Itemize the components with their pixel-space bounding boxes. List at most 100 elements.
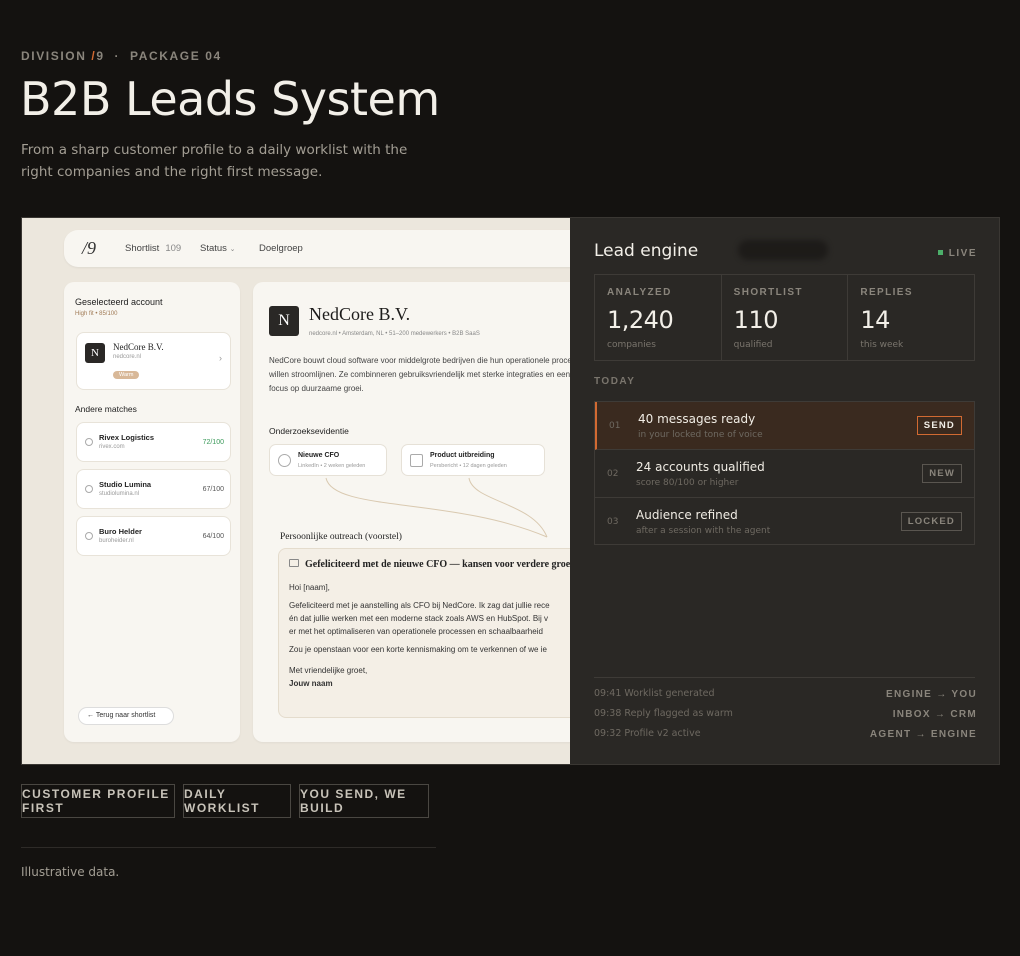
package-label: PACKAGE 04 <box>129 49 222 63</box>
radio-button[interactable] <box>85 485 93 493</box>
task-number: 02 <box>607 469 619 479</box>
nav-shortlist-count: 109 <box>165 243 182 254</box>
stat-label: SHORTLIST <box>733 287 803 298</box>
nav-status-label: Status <box>200 243 227 254</box>
live-label: LIVE <box>948 248 977 259</box>
fit-score: High fit • 85/100 <box>75 311 118 317</box>
sidebar-card: Geselecteerd account High fit • 85/100 N… <box>64 282 240 742</box>
log-text: Worklist generated <box>624 688 715 699</box>
stat-value: 1,240 <box>607 306 674 334</box>
match-item[interactable]: Studio Lumina studiolumina.nl 67/100 <box>76 469 231 509</box>
task-item[interactable]: 01 40 messages ready in your locked tone… <box>595 402 974 450</box>
radio-button[interactable] <box>85 438 93 446</box>
task-title: 40 messages ready <box>638 412 756 426</box>
feature-pill-customer-profile: CUSTOMER PROFILE FIRST <box>21 784 175 818</box>
match-score: 67/100 <box>202 486 224 493</box>
footnote: Illustrative data. <box>21 865 120 879</box>
divider <box>21 847 436 848</box>
eyebrow-dot: · <box>109 49 126 63</box>
email-line: Zou je openstaan voor een korte kennisma… <box>289 645 547 654</box>
company-logo: N <box>85 343 105 363</box>
match-name: Rivex Logistics <box>99 433 155 442</box>
email-closing: Met vriendelijke groet, <box>289 666 368 675</box>
chevron-right-icon: › <box>219 353 222 363</box>
email-body: Hoi [naam], Gefeliciteerd met je aanstel… <box>289 581 570 690</box>
task-number: 03 <box>607 517 619 527</box>
activity-log-item: 09:32 Profile v2 active <box>594 728 701 739</box>
match-domain: studiolumina.nl <box>99 491 140 497</box>
task-subtitle: in your locked tone of voice <box>638 430 763 440</box>
stat-label: REPLIES <box>860 287 913 298</box>
live-indicator: LIVE <box>937 248 977 259</box>
today-label: TODAY <box>594 376 636 387</box>
match-domain: rivex.com <box>99 444 125 450</box>
activity-log-item: 09:41 Worklist generated <box>594 688 715 699</box>
selected-account-name: NedCore B.V. <box>113 342 164 352</box>
stats-row: ANALYZED 1,240 companies SHORTLIST 110 q… <box>594 274 975 361</box>
log-time: 09:41 <box>594 688 622 699</box>
stat-unit: qualified <box>733 340 773 350</box>
division-number: 9 <box>96 49 105 63</box>
activity-log-item: 09:38 Reply flagged as warm <box>594 708 733 719</box>
radio-button[interactable] <box>85 532 93 540</box>
task-tag: LOCKED <box>900 512 962 531</box>
stat-replies: REPLIES 14 this week <box>848 275 974 360</box>
email-greeting: Hoi [naam], <box>289 583 330 592</box>
division-label: DIVISION <box>21 49 87 63</box>
email-subject: Gefeliciteerd met de nieuwe CFO — kansen… <box>305 559 570 570</box>
other-matches-title: Andere matches <box>75 404 137 414</box>
email-signature: Jouw naam <box>289 679 333 688</box>
stat-analyzed: ANALYZED 1,240 companies <box>595 275 722 360</box>
task-number: 01 <box>609 421 621 431</box>
divider <box>594 677 975 678</box>
match-domain: buroheider.nl <box>99 538 134 544</box>
task-subtitle: after a session with the agent <box>636 526 771 536</box>
chevron-down-icon: ⌄ <box>229 246 236 253</box>
task-title: Audience refined <box>636 508 738 522</box>
task-subtitle: score 80/100 or higher <box>636 478 739 488</box>
match-name: Studio Lumina <box>99 480 152 489</box>
task-title: 24 accounts qualified <box>636 460 765 474</box>
log-time: 09:32 <box>594 728 622 739</box>
stat-shortlist: SHORTLIST 110 qualified <box>722 275 849 360</box>
envelope-icon <box>289 559 299 567</box>
nav-shortlist[interactable]: Shortlist 109 <box>125 243 181 254</box>
match-name: Buro Helder <box>99 527 142 536</box>
back-to-shortlist-button[interactable]: ← Terug naar shortlist <box>78 707 174 725</box>
email-line: Gefeliciteerd met je aanstelling als CFO… <box>289 601 550 610</box>
outreach-title: Persoonlijke outreach (voorstel) <box>280 532 402 542</box>
email-line: er met het optimaliseren van operationel… <box>289 627 543 636</box>
log-text: Reply flagged as warm <box>624 708 733 719</box>
back-label: Terug naar shortlist <box>95 712 156 719</box>
email-line: én dat jullie werken met een moderne sta… <box>289 614 548 623</box>
send-button[interactable]: SEND <box>916 416 962 435</box>
feature-pill-daily-worklist: DAILY WORKLIST <box>183 784 291 818</box>
lead-engine-panel: Lead engine LIVE ANALYZED 1,240 companie… <box>570 218 999 764</box>
selected-account-card[interactable]: N NedCore B.V. nedcore.nl Warm › <box>76 332 231 390</box>
engine-title: Lead engine <box>594 241 699 261</box>
outreach-email-draft[interactable]: Gefeliciteerd met de nieuwe CFO — kansen… <box>278 548 570 718</box>
app-logo: /9 <box>82 238 97 258</box>
task-item[interactable]: 03 Audience refined after a session with… <box>595 498 974 544</box>
task-tag: NEW <box>922 464 962 483</box>
stat-unit: this week <box>860 340 904 350</box>
feature-pill-you-send: YOU SEND, WE BUILD <box>299 784 429 818</box>
route-label: ENGINE → YOU <box>886 689 977 700</box>
route-label: INBOX → CRM <box>892 709 977 720</box>
product-preview: /9 Shortlist 109 Status ⌄ Doelgroep Gesel… <box>21 217 1000 765</box>
nav-status[interactable]: Status ⌄ <box>200 243 235 254</box>
task-list: 01 40 messages ready in your locked tone… <box>594 401 975 545</box>
match-item[interactable]: Buro Helder buroheider.nl 64/100 <box>76 516 231 556</box>
page-title: B2B Leads System <box>20 72 440 126</box>
arrow-left-icon: ← <box>87 712 96 719</box>
match-item[interactable]: Rivex Logistics rivex.com 72/100 <box>76 422 231 462</box>
match-score: 64/100 <box>202 533 224 540</box>
task-item[interactable]: 02 24 accounts qualified score 80/100 or… <box>595 450 974 498</box>
app-topbar: /9 Shortlist 109 Status ⌄ Doelgroep <box>64 230 570 267</box>
log-text: Profile v2 active <box>624 728 701 739</box>
nav-doelgroep[interactable]: Doelgroep <box>259 243 303 254</box>
nav-shortlist-label: Shortlist <box>125 243 160 254</box>
selected-account-title: Geselecteerd account <box>75 297 163 307</box>
log-time: 09:38 <box>594 708 622 719</box>
status-badge: Warm <box>113 371 140 379</box>
